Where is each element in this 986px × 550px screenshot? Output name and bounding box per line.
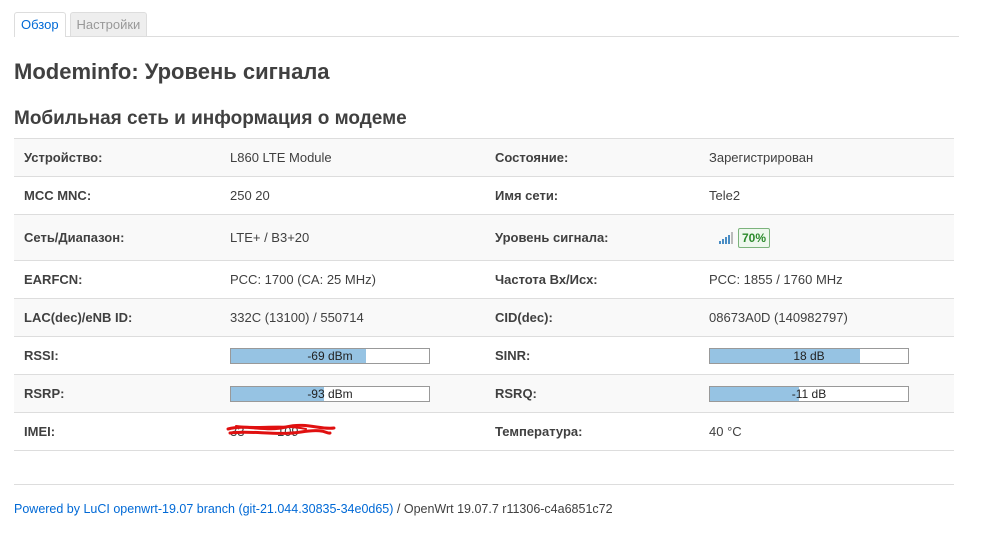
band-value: LTE+ / B3+20 bbox=[230, 230, 310, 245]
rsrp-bar: -93 dBm bbox=[230, 385, 430, 402]
table-row: MCC MNC: 250 20 Имя сети: Tele2 bbox=[14, 176, 954, 214]
mccmnc-value: 250 20 bbox=[230, 188, 270, 203]
rsrq-label: RSRQ: bbox=[495, 386, 537, 401]
signal-label: Уровень сигнала: bbox=[495, 230, 609, 245]
footer: Powered by LuCI openwrt-19.07 branch (gi… bbox=[14, 502, 613, 516]
rssi-value: -69 dBm bbox=[307, 348, 353, 363]
table-row: Устройство: L860 LTE Module Состояние: З… bbox=[14, 138, 954, 176]
sinr-bar-cell: 18 dB bbox=[709, 337, 909, 374]
rssi-label: RSSI: bbox=[24, 348, 59, 363]
rssi-bar-cell: -69 dBm bbox=[230, 337, 430, 374]
freq-value: PCC: 1855 / 1760 MHz bbox=[709, 272, 843, 287]
cid-label: CID(dec): bbox=[495, 310, 553, 325]
netname-label: Имя сети: bbox=[495, 188, 559, 203]
netname-value: Tele2 bbox=[709, 188, 741, 203]
state-label: Состояние: bbox=[495, 150, 569, 165]
footer-version: / OpenWrt 19.07.7 r11306-c4a6851c72 bbox=[393, 502, 613, 516]
sinr-bar: 18 dB bbox=[709, 347, 909, 364]
rssi-bar: -69 dBm bbox=[230, 347, 430, 364]
page-title: Modeminfo: Уровень сигнала bbox=[14, 59, 330, 84]
footer-divider bbox=[14, 484, 954, 485]
tab-overview[interactable]: Обзор bbox=[14, 12, 66, 37]
signal-bars-icon bbox=[719, 231, 733, 244]
rsrp-value: -93 dBm bbox=[307, 386, 353, 401]
cid-value: 08673A0D (140982797) bbox=[709, 310, 848, 325]
sinr-value: 18 dB bbox=[793, 348, 825, 363]
sinr-label: SINR: bbox=[495, 348, 531, 363]
lac-value: 332C (13100) / 550714 bbox=[230, 310, 364, 325]
earfcn-label: EARFCN: bbox=[24, 272, 83, 287]
device-value: L860 LTE Module bbox=[230, 150, 332, 165]
imei-redacted: 33 109 bbox=[226, 423, 336, 439]
rsrp-bar-cell: -93 dBm bbox=[230, 375, 430, 412]
state-value: Зарегистрирован bbox=[709, 150, 814, 165]
table-row: EARFCN: PCC: 1700 (CA: 25 MHz) Частота В… bbox=[14, 260, 954, 298]
temp-label: Температура: bbox=[495, 424, 583, 439]
tab-bar: Обзор Настройки bbox=[14, 11, 959, 37]
table-row: RSSI: -69 dBm SINR: 18 dB bbox=[14, 336, 954, 374]
lac-label: LAC(dec)/eNB ID: bbox=[24, 310, 133, 325]
rsrq-bar-cell: -11 dB bbox=[709, 375, 909, 412]
imei-value-cell: 33 109 bbox=[226, 413, 336, 450]
signal-value-cell: 70% bbox=[709, 215, 771, 260]
table-row: LAC(dec)/eNB ID: 332C (13100) / 550714 C… bbox=[14, 298, 954, 336]
device-label: Устройство: bbox=[24, 150, 103, 165]
signal-percent-badge: 70% bbox=[738, 227, 771, 248]
mccmnc-label: MCC MNC: bbox=[24, 188, 92, 203]
earfcn-value: PCC: 1700 (CA: 25 MHz) bbox=[230, 272, 376, 287]
table-row: RSRP: -93 dBm RSRQ: -11 dB bbox=[14, 374, 954, 412]
rsrq-bar: -11 dB bbox=[709, 385, 909, 402]
modem-info-table: Устройство: L860 LTE Module Состояние: З… bbox=[14, 138, 954, 451]
imei-value: 33 109 bbox=[230, 424, 299, 439]
luci-link[interactable]: Powered by LuCI openwrt-19.07 branch (gi… bbox=[14, 502, 393, 516]
table-row: Сеть/Диапазон: LTE+ / B3+20 Уровень сигн… bbox=[14, 214, 954, 260]
imei-label: IMEI: bbox=[24, 424, 56, 439]
temp-value: 40 °C bbox=[709, 424, 742, 439]
rsrp-label: RSRP: bbox=[24, 386, 65, 401]
section-title: Мобильная сеть и информация о модеме bbox=[14, 108, 407, 129]
freq-label: Частота Вх/Исх: bbox=[495, 272, 598, 287]
band-label: Сеть/Диапазон: bbox=[24, 230, 125, 245]
tab-settings[interactable]: Настройки bbox=[69, 12, 148, 36]
table-row: IMEI: 33 109 Температура: 40 °C bbox=[14, 412, 954, 451]
rsrq-value: -11 dB bbox=[791, 386, 827, 401]
